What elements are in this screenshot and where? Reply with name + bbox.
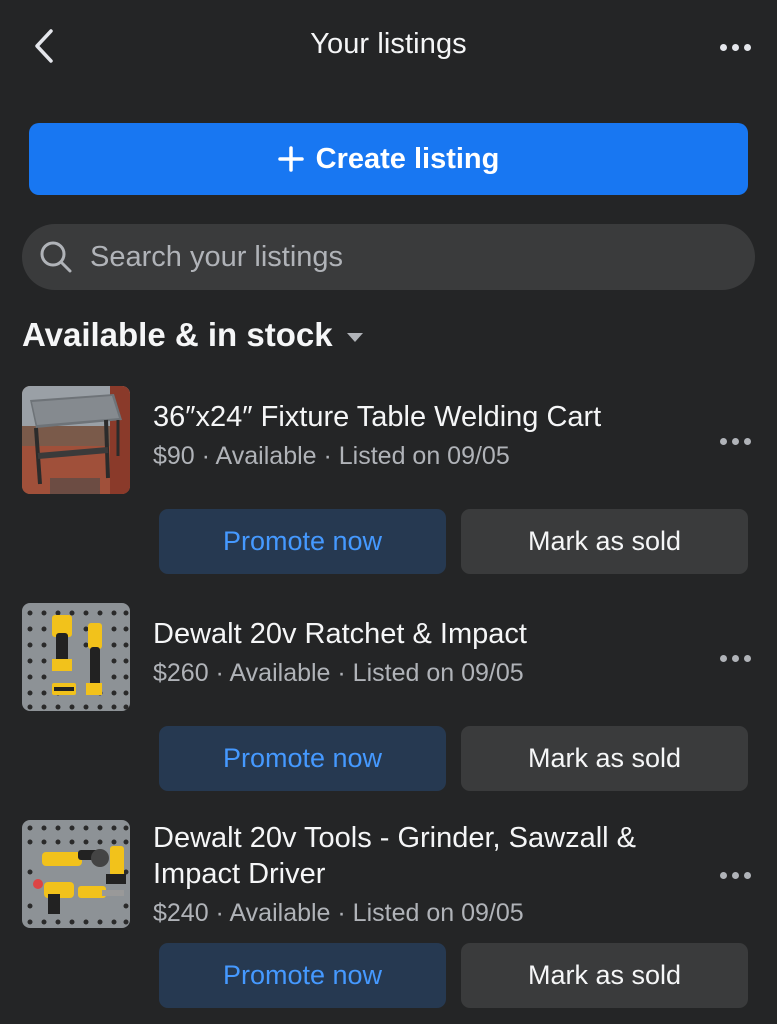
search-icon — [38, 239, 74, 275]
listing-thumbnail[interactable] — [22, 386, 130, 494]
listing-meta: $240 · Available · Listed on 09/05 — [153, 899, 524, 927]
listing-thumbnail[interactable] — [22, 603, 130, 711]
header-more-button[interactable] — [713, 28, 757, 66]
listing-thumbnail[interactable] — [22, 820, 130, 928]
more-dots-icon — [719, 871, 751, 879]
listing-meta: $260 · Available · Listed on 09/05 — [153, 659, 524, 687]
listing-more-button[interactable] — [713, 860, 757, 890]
create-listing-label: Create listing — [315, 142, 500, 175]
mark-as-sold-button[interactable]: Mark as sold — [461, 726, 748, 791]
section-filter-dropdown[interactable]: Available & in stock — [22, 316, 363, 354]
top-bar: Your listings — [0, 0, 777, 95]
listing-more-button[interactable] — [713, 643, 757, 673]
caret-down-icon — [346, 332, 363, 342]
listing-more-button[interactable] — [713, 426, 757, 456]
listing-info: Dewalt 20v Ratchet & Impact $260 · Avail… — [153, 616, 693, 688]
more-dots-icon — [719, 654, 751, 662]
search-bar[interactable] — [22, 224, 755, 290]
promote-now-button[interactable]: Promote now — [159, 943, 446, 1008]
mark-as-sold-button[interactable]: Mark as sold — [461, 509, 748, 574]
promote-now-button[interactable]: Promote now — [159, 509, 446, 574]
promote-now-button[interactable]: Promote now — [159, 726, 446, 791]
listing-info: Dewalt 20v Tools - Grinder, Sawzall & Im… — [153, 820, 693, 928]
plus-icon — [277, 146, 304, 172]
section-title: Available & in stock — [22, 316, 333, 353]
listing-item[interactable]: Dewalt 20v Tools - Grinder, Sawzall & Im… — [0, 820, 777, 1024]
listing-title: Dewalt 20v Tools - Grinder, Sawzall & Im… — [153, 822, 637, 890]
more-dots-icon — [719, 437, 751, 445]
listings-screen: Your listings Create listing Available &… — [0, 0, 777, 1024]
page-title: Your listings — [310, 28, 467, 60]
mark-as-sold-button[interactable]: Mark as sold — [461, 943, 748, 1008]
listing-item[interactable]: Dewalt 20v Ratchet & Impact $260 · Avail… — [0, 603, 777, 793]
listing-item[interactable]: 36″x24″ Fixture Table Welding Cart $90 ·… — [0, 386, 777, 576]
listing-title: Dewalt 20v Ratchet & Impact — [153, 618, 527, 650]
more-dots-icon — [719, 43, 751, 51]
create-listing-button[interactable]: Create listing — [29, 123, 748, 195]
listing-title: 36″x24″ Fixture Table Welding Cart — [153, 401, 602, 433]
search-input[interactable] — [88, 239, 712, 275]
listing-info: 36″x24″ Fixture Table Welding Cart $90 ·… — [153, 399, 693, 471]
listing-meta: $90 · Available · Listed on 09/05 — [153, 442, 510, 470]
